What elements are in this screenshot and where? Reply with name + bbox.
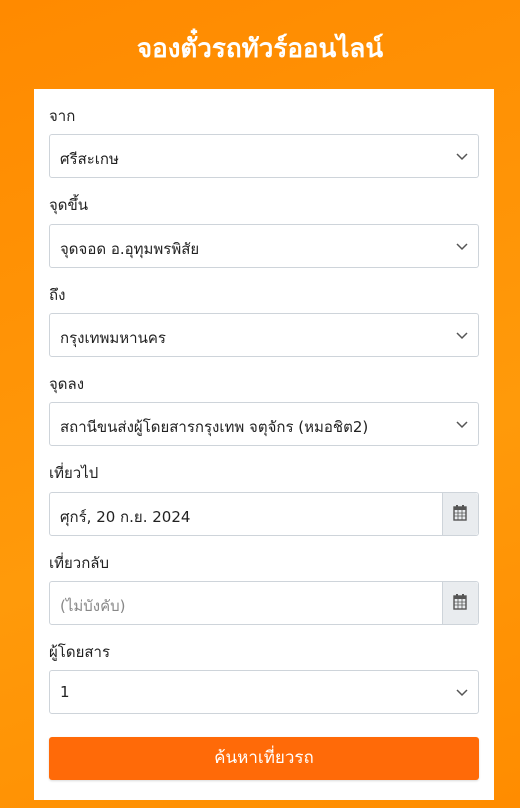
passengers-label: ผู้โดยสาร [49,643,111,661]
pickup-value: จุดจอด อ.อุทุมพรพิสัย [60,240,200,258]
passengers-select[interactable]: 1 [49,670,479,714]
chevron-down-icon [456,332,468,340]
from-label: จาก [49,107,76,125]
return-date-placeholder: (ไม่บังคับ) [60,597,126,615]
search-trips-button[interactable]: ค้นหาเที่ยวรถ [49,737,479,780]
depart-date-value: ศุกร์, 20 ก.ย. 2024 [60,508,191,526]
calendar-icon [453,594,467,610]
depart-date-input[interactable]: ศุกร์, 20 ก.ย. 2024 [49,492,479,536]
return-label: เที่ยวกลับ [49,554,110,572]
chevron-down-icon [456,689,468,697]
page-title: จองตั๋วรถทัวร์ออนไลน์ [136,34,384,64]
chevron-down-icon [456,421,468,429]
return-calendar-button[interactable] [442,582,478,624]
to-label: ถึง [49,286,66,304]
booking-form: จาก ศรีสะเกษ จุดขึ้น จุดจอด อ.อุทุมพรพิส… [34,89,494,800]
depart-calendar-button[interactable] [442,493,478,535]
from-value: ศรีสะเกษ [60,150,119,168]
dropoff-value: สถานีขนส่งผู้โดยสารกรุงเทพ จตุจักร (หมอช… [60,418,369,436]
passengers-value: 1 [60,683,70,701]
pickup-select[interactable]: จุดจอด อ.อุทุมพรพิสัย [49,224,479,268]
dropoff-select[interactable]: สถานีขนส่งผู้โดยสารกรุงเทพ จตุจักร (หมอช… [49,402,479,446]
calendar-icon [453,505,467,521]
pickup-label: จุดขึ้น [49,196,89,214]
from-select[interactable]: ศรีสะเกษ [49,134,479,178]
chevron-down-icon [456,153,468,161]
depart-label: เที่ยวไป [49,464,99,482]
dropoff-label: จุดลง [49,375,85,393]
to-select[interactable]: กรุงเทพมหานคร [49,313,479,357]
return-date-input[interactable]: (ไม่บังคับ) [49,581,479,625]
chevron-down-icon [456,243,468,251]
to-value: กรุงเทพมหานคร [60,329,166,347]
